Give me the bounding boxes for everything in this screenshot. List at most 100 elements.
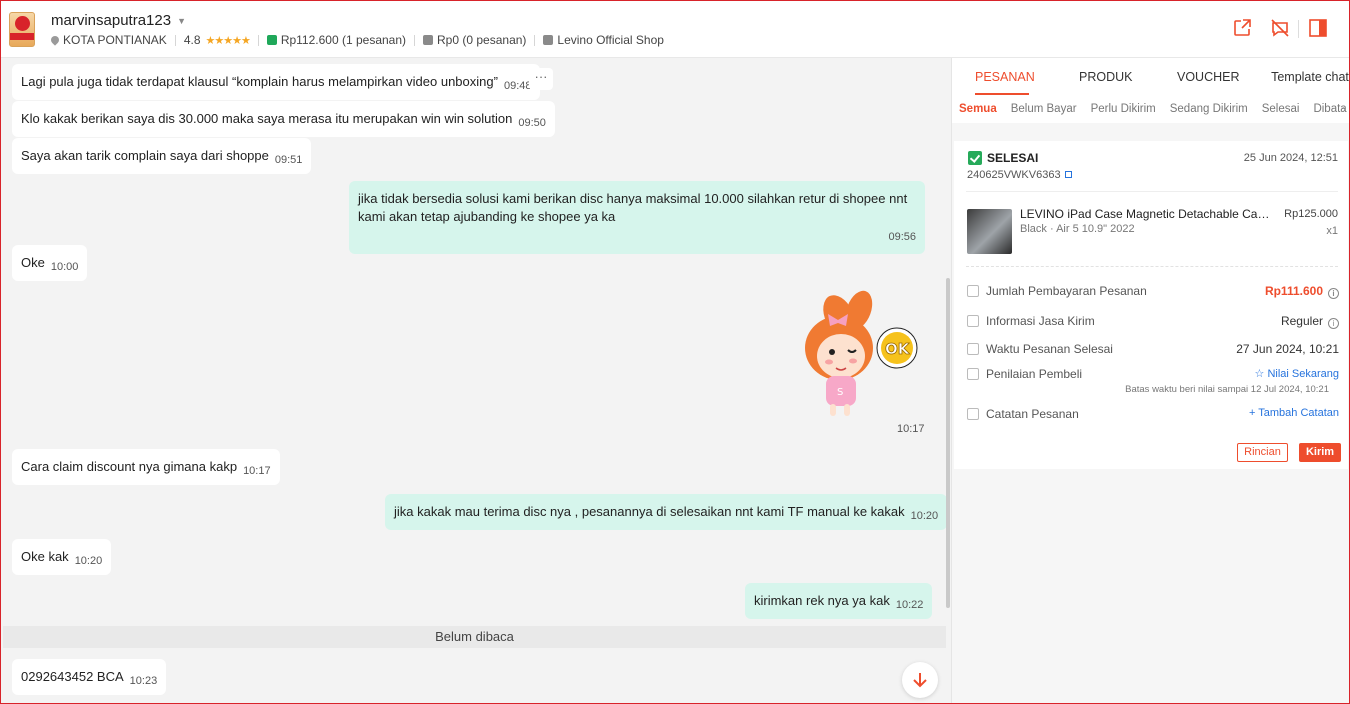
payment-icon [967,285,979,297]
review-deadline: Batas waktu beri nilai sampai 12 Jul 202… [1125,384,1329,395]
location-pin-icon [49,34,61,46]
divider [174,34,176,46]
add-note-link[interactable]: + Tambah Catatan [1249,407,1339,419]
scrollbar[interactable] [946,278,950,608]
mute-icon[interactable] [1269,17,1291,39]
divider [966,266,1338,267]
svg-text:OK: OK [885,340,911,358]
chevron-down-icon[interactable]: ▼ [177,16,186,26]
message-incoming[interactable]: Oke 10:00 [12,245,88,281]
completed-label: Waktu Pesanan Selesai [986,342,1113,356]
message-incoming[interactable]: Saya akan tarik complain saya dari shopp… [12,138,312,174]
detail-button[interactable]: Rincian [1237,443,1288,462]
info-icon[interactable]: i [1328,318,1339,329]
product-price: Rp125.000 [1284,208,1338,220]
message-time: 10:00 [50,261,79,273]
filter-selesai[interactable]: Selesai [1262,103,1300,115]
username[interactable]: marvinsaputra123 ▼ [51,12,186,29]
message-time: 10:17 [897,423,925,435]
avatar[interactable] [9,12,35,47]
message-time: 10:22 [895,599,924,611]
logo-band [10,33,34,40]
product-name[interactable]: LEVINO iPad Case Magnetic Detachable Cas… [1020,207,1270,221]
divider [966,191,1338,192]
message-text: kirimkan rek nya ya kak [754,593,890,608]
star-rating-icon: ★★★★★ [205,34,251,47]
payment-value-wrap: Rp111.600 i [1265,284,1339,299]
pending-orders: Rp0 (0 pesanan) [437,33,527,47]
shipping-value: Reguler [1280,314,1323,328]
shop-icon [543,35,554,45]
info-icon[interactable]: i [1328,288,1339,299]
filter-sedang-dikirim[interactable]: Sedang Dikirim [1170,103,1248,115]
tab-template-chat[interactable]: Template chat [1270,58,1349,95]
order-status: SELESAI [968,151,1038,165]
message-incoming[interactable]: 0292643452 BCA 10:23 [12,659,167,695]
chat-messages[interactable]: Lagi pula juga tidak terdapat klausul “k… [1,58,951,703]
sidebar-toggle-icon[interactable] [1307,17,1329,39]
tab-produk[interactable]: PRODUK [1079,58,1132,95]
review-row: Penilaian Pembeli ☆ Nilai Sekarang [967,367,1339,381]
unread-divider: Belum dibaca [3,626,946,648]
order-status-filter: Semua Belum Bayar Perlu Dikirim Sedang D… [952,95,1349,123]
copy-icon[interactable] [1064,171,1072,178]
tab-voucher[interactable]: VOUCHER [1177,58,1240,95]
send-button[interactable]: Kirim [1299,443,1341,462]
order-status-label: SELESAI [987,151,1039,165]
message-time: 10:17 [243,465,271,477]
message-text: Saya akan tarik complain saya dari shopp… [21,148,269,163]
scroll-down-button[interactable] [902,662,938,698]
message-outgoing[interactable]: kirimkan rek nya ya kak 10:22 [745,583,933,619]
message-time: 10:20 [74,555,103,567]
buyer-meta: KOTA PONTIANAK 4.8 ★★★★★ Rp112.600 (1 pe… [49,33,664,47]
username-label: marvinsaputra123 [51,12,172,29]
shop-name[interactable]: Levino Official Shop [557,33,664,47]
tab-pesanan[interactable]: PESANAN [975,58,1035,95]
rate-now-link[interactable]: ☆ Nilai Sekarang [1255,367,1339,380]
panel-tabs: PESANAN PRODUK VOUCHER Template chat [952,58,1349,95]
review-label: Penilaian Pembeli [986,367,1083,381]
shipping-label: Informasi Jasa Kirim [986,314,1095,328]
filter-semua[interactable]: Semua [959,103,997,115]
message-time: 09:48 [503,80,532,92]
review-icon [967,368,979,380]
order-date: 25 Jun 2024, 12:51 [1243,152,1338,164]
note-label: Catatan Pesanan [986,407,1079,421]
shipping-row: Informasi Jasa Kirim Reguler i [967,314,1339,329]
svg-text:S: S [837,387,843,398]
message-text-line: kami akan tetap ajubanding ke shopee ya … [358,209,616,224]
product-variant: Black · Air 5 10.9" 2022 [1020,223,1135,235]
message-incoming[interactable]: Lagi pula juga tidak terdapat klausul “k… [12,64,541,100]
message-text: Oke kak [21,549,69,564]
divider [534,34,536,46]
arrow-down-icon [913,673,927,688]
chat-window: marvinsaputra123 ▼ KOTA PONTIANAK 4.8 ★★… [0,0,1350,704]
message-incoming[interactable]: Cara claim discount nya gimana kakp 10:17 [12,449,280,485]
message-text: Klo kakak berikan saya dis 30.000 maka s… [21,111,513,126]
completed-row: Waktu Pesanan Selesai 27 Jun 2024, 10:21 [967,342,1339,356]
chat-header: marvinsaputra123 ▼ KOTA PONTIANAK 4.8 ★★… [1,1,1349,58]
completed-value: 27 Jun 2024, 10:21 [1236,342,1339,356]
message-text: Oke [21,255,45,270]
filter-belum-bayar[interactable]: Belum Bayar [1011,103,1077,115]
divider [1298,20,1299,38]
payment-value: Rp111.600 [1264,284,1323,298]
payment-row: Jumlah Pembayaran Pesanan Rp111.600 i [967,284,1339,299]
message-incoming[interactable]: Oke kak 10:20 [12,539,112,575]
paid-orders: Rp112.600 (1 pesanan) [280,33,407,47]
pending-order-icon [423,35,434,45]
message-time: 09:50 [518,117,546,129]
order-card: SELESAI 25 Jun 2024, 12:51 240625VWKV636… [954,141,1348,469]
ok-sticker[interactable]: S OK [796,288,926,423]
message-outgoing[interactable]: jika kakak mau terima disc nya , pesanan… [385,494,948,530]
more-options-icon[interactable]: ··· [529,68,553,90]
header-actions [1231,17,1329,39]
product-image[interactable] [967,209,1012,254]
filter-perlu-dikirim[interactable]: Perlu Dikirim [1091,103,1156,115]
chevron-right-icon[interactable]: › [1342,102,1346,116]
message-time: 10:20 [910,510,939,522]
message-incoming[interactable]: Klo kakak berikan saya dis 30.000 maka s… [12,101,555,137]
share-icon[interactable] [1231,17,1253,39]
note-icon [967,408,979,420]
message-outgoing[interactable]: jika tidak bersedia solusi kami berikan … [349,181,925,254]
